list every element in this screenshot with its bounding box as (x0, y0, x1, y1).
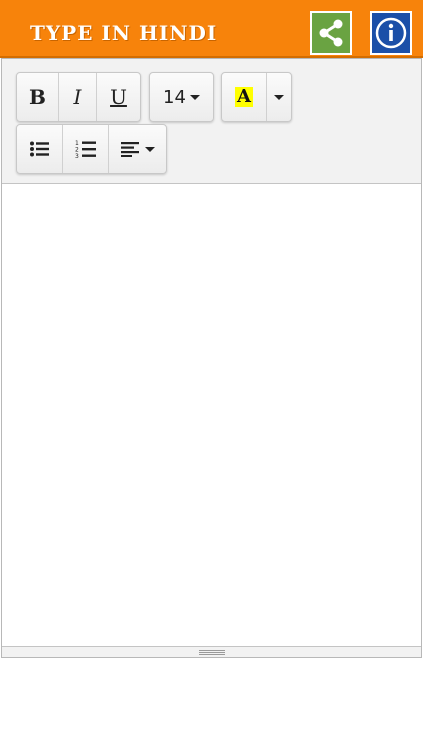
grip-icon (198, 649, 225, 655)
editor-toolbar: B I U 14 A 1 2 3 (2, 59, 421, 184)
text-color-group: A (221, 72, 292, 122)
numbered-list-icon: 1 2 3 (75, 140, 96, 159)
format-button-group: B I U (16, 72, 141, 122)
app-title: TYPE IN HINDI (30, 21, 218, 45)
editor-content-area[interactable] (2, 184, 421, 646)
rich-text-editor: B I U 14 A 1 2 3 (1, 58, 422, 658)
resize-handle[interactable] (2, 646, 421, 657)
share-button[interactable] (310, 11, 352, 55)
chevron-down-icon (189, 94, 200, 100)
underline-icon: U (110, 85, 127, 109)
align-dropdown[interactable] (109, 125, 166, 173)
bold-button[interactable]: B (17, 73, 59, 121)
font-size-value: 14 (163, 86, 186, 108)
text-color-icon: A (235, 86, 253, 107)
bold-icon: B (29, 85, 46, 109)
text-color-dropdown[interactable] (267, 73, 291, 121)
chevron-down-icon (144, 146, 155, 152)
align-left-icon (120, 142, 139, 157)
svg-text:3: 3 (75, 153, 79, 159)
app-header: TYPE IN HINDI (0, 0, 423, 58)
text-color-button[interactable]: A (222, 73, 267, 121)
italic-icon: I (73, 85, 82, 109)
italic-button[interactable]: I (59, 73, 97, 121)
paragraph-button-group: 1 2 3 (16, 124, 167, 174)
chevron-down-icon (274, 94, 284, 100)
numbered-list-button[interactable]: 1 2 3 (63, 125, 109, 173)
info-button[interactable] (370, 11, 412, 55)
font-size-group: 14 (149, 72, 214, 122)
underline-button[interactable]: U (97, 73, 140, 121)
info-icon (375, 17, 407, 49)
bullet-list-button[interactable] (17, 125, 63, 173)
share-icon (319, 19, 343, 47)
bullet-list-icon (29, 141, 49, 157)
font-size-dropdown[interactable]: 14 (150, 73, 213, 121)
